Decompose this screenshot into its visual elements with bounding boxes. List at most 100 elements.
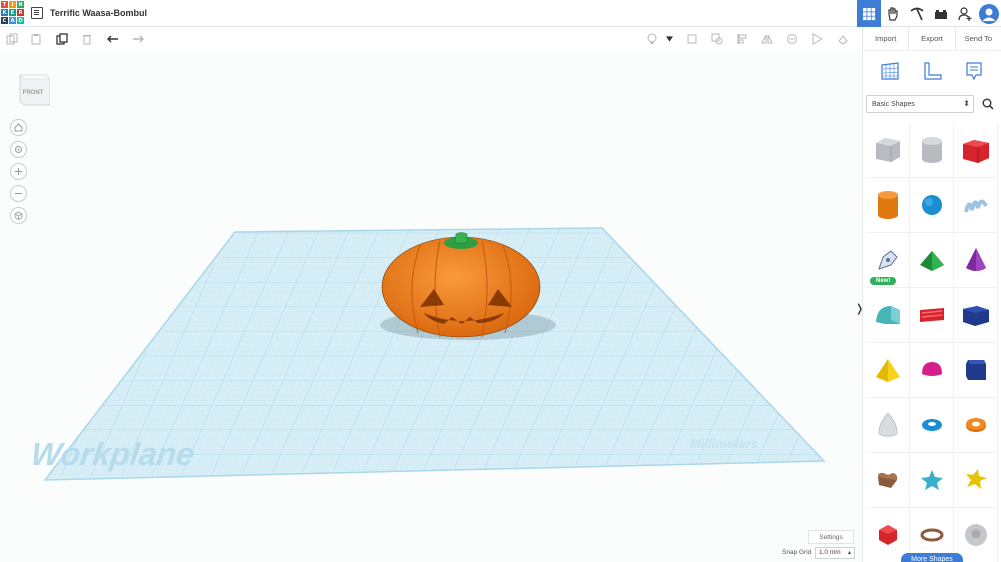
top-bar: T I N K E R C A D Terrific Waasa-Bombul xyxy=(0,0,1001,27)
notes-icon[interactable] xyxy=(963,60,985,82)
shape-tube[interactable] xyxy=(954,398,998,453)
paste-icon[interactable] xyxy=(30,33,42,45)
shape-roof[interactable] xyxy=(910,233,954,288)
brick-icon xyxy=(935,9,947,19)
3d-viewport[interactable]: FRONT Workplane Millimeters Settings Sna… xyxy=(0,51,862,562)
torus-icon xyxy=(921,419,942,431)
copy-icon[interactable] xyxy=(6,33,18,45)
duplicate-icon[interactable] xyxy=(56,33,68,45)
shape-sphere[interactable] xyxy=(910,178,954,233)
logo-letter: C xyxy=(1,17,8,24)
settings-button[interactable]: Settings xyxy=(808,530,854,544)
half-box-icon xyxy=(962,306,989,326)
pen-icon xyxy=(877,250,898,270)
heart-icon xyxy=(877,472,897,488)
shape-cylinder[interactable] xyxy=(866,178,910,233)
library-row: Basic Shapes xyxy=(866,94,999,114)
shape-box[interactable] xyxy=(954,123,998,178)
ring-icon xyxy=(920,528,943,542)
tools-view-button[interactable] xyxy=(905,0,929,27)
shape-cone[interactable] xyxy=(954,233,998,288)
shape-heart[interactable] xyxy=(866,453,910,508)
drop-icon[interactable] xyxy=(837,33,849,45)
snap-grid-select[interactable]: 1.0 mm xyxy=(815,547,855,559)
mirror-icon[interactable] xyxy=(761,33,773,45)
logo-letter: A xyxy=(9,17,16,24)
trash-icon[interactable] xyxy=(81,33,93,45)
scene: Workplane Millimeters xyxy=(29,227,826,481)
shape-pyramid[interactable] xyxy=(866,343,910,398)
top-right-toolbar xyxy=(857,0,1001,27)
align-icon[interactable] xyxy=(736,33,748,45)
star-gold-icon xyxy=(965,469,987,489)
add-user-icon xyxy=(958,6,972,21)
shape-torus[interactable] xyxy=(910,398,954,453)
shape-text[interactable] xyxy=(910,288,954,343)
shape-icon[interactable] xyxy=(686,33,698,45)
workplane-label: Workplane xyxy=(29,436,197,472)
logo-letter: K xyxy=(1,9,8,16)
library-select[interactable]: Basic Shapes xyxy=(866,95,974,113)
more-shapes-button[interactable]: More Shapes xyxy=(901,553,963,562)
cone-icon xyxy=(965,248,986,271)
import-button[interactable]: Import xyxy=(863,27,908,50)
bricks-view-button[interactable] xyxy=(929,0,953,27)
paraboloid-icon xyxy=(878,412,897,437)
blocks-view-button[interactable] xyxy=(881,0,905,27)
hand-icon xyxy=(888,6,898,21)
shape-paraboloid[interactable] xyxy=(866,398,910,453)
workplane-grid-icon[interactable] xyxy=(879,60,901,82)
3d-design-view-button[interactable] xyxy=(857,0,881,27)
pickaxe-icon xyxy=(910,7,924,20)
send-to-button[interactable]: Send To xyxy=(954,27,1001,50)
logo-letter: I xyxy=(9,1,16,8)
logo-letter: E xyxy=(9,9,16,16)
search-button[interactable] xyxy=(978,95,998,113)
edit-toolbar xyxy=(0,27,862,51)
round-roof-icon xyxy=(875,306,900,324)
chevron-down-icon[interactable] xyxy=(666,36,673,42)
shape-cylinder-hole[interactable] xyxy=(910,123,954,178)
logo-letter: R xyxy=(17,9,24,16)
shape-scribble[interactable] xyxy=(954,178,998,233)
shape-round-roof[interactable] xyxy=(866,288,910,343)
cylinder-icon xyxy=(877,191,898,219)
shape-polygon[interactable] xyxy=(954,343,998,398)
avatar[interactable] xyxy=(977,0,1001,27)
shapes-panel: Import Export Send To Basic Shapes New! xyxy=(862,27,1001,562)
shape-star[interactable] xyxy=(910,453,954,508)
add-user-button[interactable] xyxy=(953,0,977,27)
star-icon xyxy=(920,470,943,490)
new-badge: New! xyxy=(870,277,897,285)
panel-view-buttons xyxy=(863,51,1001,91)
text-shape-icon xyxy=(919,308,944,322)
sphere-icon xyxy=(921,195,942,215)
redo-icon[interactable] xyxy=(132,33,144,45)
panel-tabs: Import Export Send To xyxy=(863,27,1001,51)
shape-half-box[interactable] xyxy=(954,288,998,343)
units-label: Millimeters xyxy=(690,436,758,451)
lightbulb-icon[interactable] xyxy=(646,33,658,45)
shape-sketch[interactable]: New! xyxy=(866,233,910,288)
roof-icon xyxy=(919,251,944,271)
hole-icon[interactable] xyxy=(711,33,723,45)
export-button[interactable]: Export xyxy=(908,27,954,50)
ruler-icon[interactable] xyxy=(921,60,943,82)
avatar-icon xyxy=(979,3,999,24)
search-icon xyxy=(982,98,994,110)
tinkercad-logo[interactable]: T I N K E R C A D xyxy=(1,1,24,25)
cruise-icon[interactable] xyxy=(786,33,798,45)
shape-star-gold[interactable] xyxy=(954,453,998,508)
design-menu-icon[interactable] xyxy=(31,7,43,19)
play-icon[interactable] xyxy=(811,33,823,45)
pyramid-icon xyxy=(875,359,900,382)
undo-icon[interactable] xyxy=(107,33,119,45)
icosahedron-icon xyxy=(878,525,897,545)
shape-half-sphere[interactable] xyxy=(910,343,954,398)
shape-box-hole[interactable] xyxy=(866,123,910,178)
logo-letter: D xyxy=(17,17,24,24)
shapes-grid: New! xyxy=(866,123,999,562)
box-hole-icon xyxy=(875,138,900,162)
box-icon xyxy=(962,140,989,163)
design-title[interactable]: Terrific Waasa-Bombul xyxy=(50,8,147,18)
